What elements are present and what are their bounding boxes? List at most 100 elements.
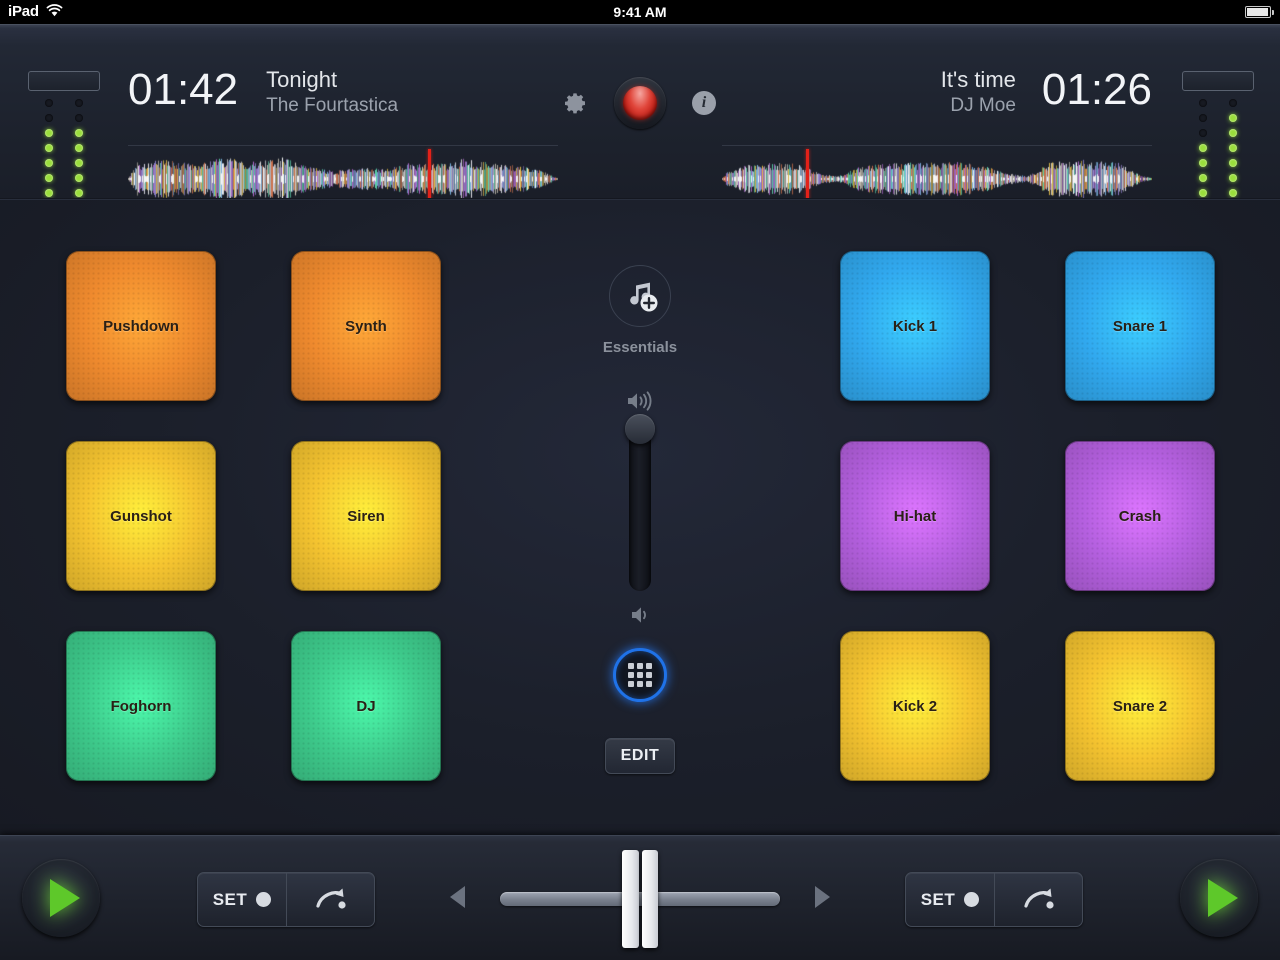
right-jump-button[interactable] [994,873,1082,926]
pad-left-1[interactable]: Synth [291,251,441,401]
led-on [45,144,53,152]
led-on [45,174,53,182]
jump-forward-icon [1019,885,1059,915]
battery-icon [1245,6,1271,18]
pad-label: Kick 1 [893,318,937,335]
pad-right-1[interactable]: Snare 1 [1065,251,1215,401]
play-icon [50,879,80,917]
left-level-meter [16,37,112,201]
speaker-loud-icon [600,390,680,417]
left-meter-slot [28,71,100,91]
arrow-right-icon[interactable] [815,886,830,908]
status-clock: 9:41 AM [0,4,1280,20]
pad-left-0[interactable]: Pushdown [66,251,216,401]
gear-icon[interactable] [564,91,588,115]
left-deck-time: 01:42 [128,63,238,117]
right-play-button[interactable] [1180,859,1258,937]
right-deck-track: It's time DJ Moe [941,63,1016,117]
pad-label: DJ [356,698,375,715]
left-waveform-area[interactable] [128,145,558,207]
pad-right-3[interactable]: Crash [1065,441,1215,591]
deck-header: 01:42 Tonight The Fourtastica It's time … [0,24,1280,200]
jump-forward-icon [311,885,351,915]
pad-right-0[interactable]: Kick 1 [840,251,990,401]
left-track-title: Tonight [266,67,398,94]
right-track-artist: DJ Moe [941,94,1016,117]
right-meter-slot [1182,71,1254,91]
led-on [1199,174,1207,182]
right-set-label: SET [921,890,956,910]
led-on [75,189,83,197]
pad-label: Kick 2 [893,698,937,715]
led-on [1229,129,1237,137]
right-deck-info: It's time DJ Moe 01:26 [941,63,1152,139]
left-track-artist: The Fourtastica [266,94,398,117]
pad-label: Synth [345,318,387,335]
led-on [45,129,53,137]
pad-label: Snare 2 [1113,698,1167,715]
led-off [1199,114,1207,122]
left-jump-button[interactable] [286,873,374,926]
crossfader-knob[interactable] [622,850,658,948]
pad-left-2[interactable]: Gunshot [66,441,216,591]
led-on [1199,189,1207,197]
led-off [1199,129,1207,137]
led-on [75,174,83,182]
right-playhead[interactable] [806,149,809,207]
led-off [45,114,53,122]
left-deck-info: 01:42 Tonight The Fourtastica [128,63,398,139]
right-deck-time: 01:26 [1042,63,1152,117]
record-icon [623,86,657,120]
pad-label: Siren [347,508,385,525]
pad-label: Crash [1119,508,1162,525]
led-off [45,99,53,107]
led-on [1229,189,1237,197]
cue-dot-icon [256,892,271,907]
right-waveform-area[interactable] [722,145,1152,207]
music-note-add-icon [609,265,671,327]
pad-left-4[interactable]: Foghorn [66,631,216,781]
volume-control [600,390,680,630]
pad-left-3[interactable]: Siren [291,441,441,591]
essentials-button[interactable]: Essentials [560,265,720,356]
led-on [1199,159,1207,167]
crossfader[interactable] [500,892,780,906]
pad-right-5[interactable]: Snare 2 [1065,631,1215,781]
left-set-label: SET [213,890,248,910]
pad-grid-toggle-button[interactable] [613,648,667,702]
essentials-label: Essentials [560,339,720,356]
pad-left-5[interactable]: DJ [291,631,441,781]
speaker-quiet-icon [600,605,680,630]
led-on [45,189,53,197]
led-on [1229,114,1237,122]
right-track-title: It's time [941,67,1016,94]
right-waveform[interactable] [722,154,1152,204]
left-set-cue-button[interactable]: SET [198,873,286,926]
grid-9-icon [628,663,652,687]
right-level-meter [1170,37,1266,201]
left-play-button[interactable] [22,859,100,937]
arrow-left-icon[interactable] [450,886,465,908]
led-on [75,129,83,137]
led-off [75,99,83,107]
right-set-cue-button[interactable]: SET [906,873,994,926]
led-off [75,114,83,122]
pad-right-2[interactable]: Hi-hat [840,441,990,591]
volume-slider-track[interactable] [629,423,651,591]
left-playhead[interactable] [428,149,431,207]
record-button[interactable] [614,77,666,129]
left-waveform[interactable] [128,154,558,204]
led-on [75,159,83,167]
volume-slider-knob[interactable] [625,414,655,444]
info-icon[interactable]: i [692,91,716,115]
left-cue-group: SET [197,872,375,927]
play-icon [1208,879,1238,917]
edit-button[interactable]: EDIT [605,738,675,774]
led-on [45,159,53,167]
pad-right-4[interactable]: Kick 2 [840,631,990,781]
led-on [1229,174,1237,182]
dj-app-screen: iPad 9:41 AM 01:42 [0,0,1280,960]
led-off [1199,99,1207,107]
pad-label: Gunshot [110,508,172,525]
led-on [1229,159,1237,167]
